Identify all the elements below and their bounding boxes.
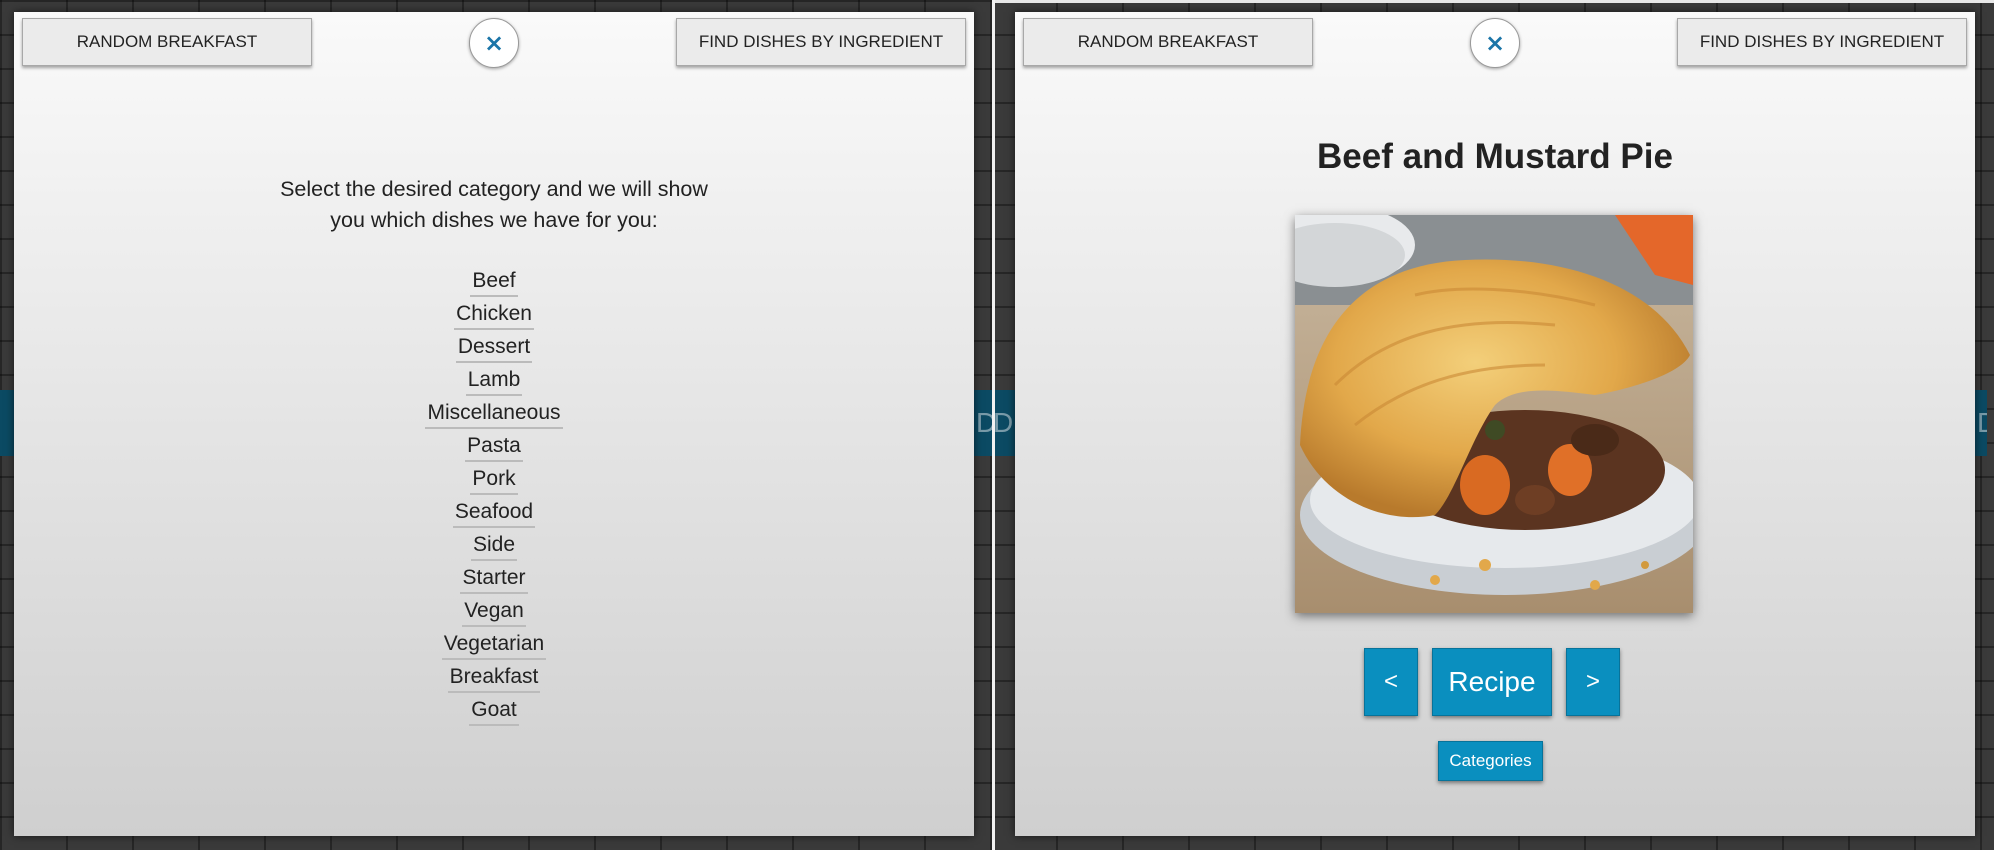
category-link-chicken[interactable]: Chicken: [454, 299, 534, 330]
background-banner-text: D: [976, 407, 992, 438]
category-link-lamb[interactable]: Lamb: [465, 365, 523, 396]
find-by-ingredient-button[interactable]: Find dishes by ingredient: [1677, 18, 1967, 66]
categories-modal: Random Breakfast × Find dishes by ingred…: [14, 12, 974, 836]
category-link-beef[interactable]: Beef: [470, 266, 518, 297]
next-dish-button[interactable]: >: [1566, 648, 1620, 716]
dish-modal: Random Breakfast × Find dishes by ingred…: [1015, 12, 1975, 836]
dish-photo: [1295, 215, 1693, 613]
category-link-breakfast[interactable]: Breakfast: [447, 662, 541, 693]
random-breakfast-button[interactable]: Random Breakfast: [22, 18, 312, 66]
pie-photo-icon: [1295, 215, 1693, 613]
recipe-button[interactable]: Recipe: [1432, 648, 1552, 716]
dish-title: Beef and Mustard Pie: [1317, 137, 1673, 176]
category-link-pasta[interactable]: Pasta: [465, 431, 523, 462]
category-instructions: Select the desired category and we will …: [14, 174, 974, 236]
category-link-starter[interactable]: Starter: [460, 563, 528, 594]
random-breakfast-button[interactable]: Random Breakfast: [1023, 18, 1313, 66]
close-icon: ×: [483, 29, 505, 57]
category-link-pork[interactable]: Pork: [470, 464, 518, 495]
find-by-ingredient-button[interactable]: Find dishes by ingredient: [676, 18, 966, 66]
category-link-goat[interactable]: Goat: [469, 695, 519, 726]
category-link-vegan[interactable]: Vegan: [462, 596, 526, 627]
category-link-vegetarian[interactable]: Vegetarian: [441, 629, 547, 660]
category-list: Beef Chicken Dessert Lamb Miscellaneous …: [14, 266, 974, 726]
previous-dish-button[interactable]: <: [1364, 648, 1418, 716]
category-link-seafood[interactable]: Seafood: [452, 497, 536, 528]
instructions-line-2: you which dishes we have for you:: [330, 208, 658, 232]
category-link-miscellaneous[interactable]: Miscellaneous: [425, 398, 563, 429]
categories-button[interactable]: Categories: [1438, 741, 1543, 781]
right-window: D D Random Breakfast × Find dishes by in…: [995, 0, 1987, 850]
category-link-dessert[interactable]: Dessert: [455, 332, 533, 363]
background-banner-text: D: [995, 407, 1014, 438]
close-button[interactable]: ×: [469, 18, 519, 68]
left-window: D Random Breakfast × Find dishes by ingr…: [0, 0, 992, 850]
category-link-side[interactable]: Side: [470, 530, 518, 561]
instructions-line-1: Select the desired category and we will …: [280, 177, 708, 201]
close-icon: ×: [1484, 29, 1506, 57]
background-banner-text: D: [1977, 390, 1987, 456]
close-button[interactable]: ×: [1470, 18, 1520, 68]
